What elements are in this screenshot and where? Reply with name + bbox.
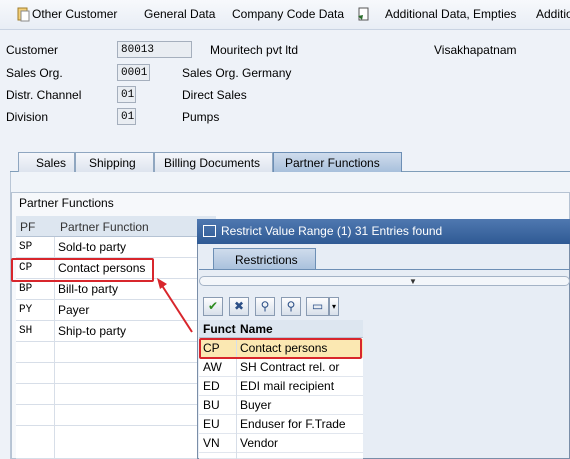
partner-functions-table-header: PF Partner Function [16, 216, 216, 237]
table-row[interactable]: BP Bill-to party [16, 279, 216, 300]
dialog-window-icon [203, 225, 216, 237]
column-header-name[interactable]: Name [240, 322, 273, 336]
funct-code: BU [203, 398, 220, 412]
funct-name: EDI mail recipient [240, 379, 335, 393]
hit-list-row[interactable]: AW SH Contract rel. or [199, 358, 363, 377]
pf-code: PY [19, 304, 33, 316]
tab-billing-documents[interactable]: Billing Documents [154, 152, 273, 172]
dialog-title: Restrict Value Range (1) 31 Entries foun… [221, 224, 443, 238]
column-header-pf[interactable]: PF [20, 220, 35, 234]
pf-code: SH [19, 325, 33, 337]
funct-code: VN [203, 436, 220, 450]
table-row[interactable]: SH Ship-to party [16, 321, 216, 342]
sales-org-text: Sales Org. Germany [182, 66, 292, 80]
funct-name: Enduser for F.Trade [240, 417, 346, 431]
company-code-data-button[interactable]: Company Code Data [232, 7, 344, 21]
cancel-x-icon[interactable]: ✖ [229, 297, 249, 316]
cp-popup-highlight [199, 338, 362, 359]
table-row-empty[interactable] [16, 405, 216, 426]
distr-channel-label: Distr. Channel [6, 88, 82, 102]
restrictions-tab-line [199, 269, 570, 270]
find-next-binoculars-icon[interactable]: ⚲ [281, 297, 301, 316]
pf-code: SP [19, 241, 33, 253]
dialog-title-bar: Restrict Value Range (1) 31 Entries foun… [197, 219, 570, 244]
distr-channel-field[interactable]: 01 [117, 86, 136, 103]
funct-name: Buyer [240, 398, 272, 412]
general-data-button[interactable]: General Data [144, 7, 215, 21]
find-binoculars-icon[interactable]: ⚲ [255, 297, 275, 316]
cp-row-highlight [11, 258, 154, 282]
additional-data-empties-button[interactable]: Additional Data, Empties [385, 7, 516, 21]
partner-function-name: Payer [58, 303, 90, 317]
funct-name: Vendor [240, 436, 279, 450]
pf-code: BP [19, 283, 33, 295]
column-header-partner-function[interactable]: Partner Function [60, 220, 149, 234]
hit-list-row[interactable]: ED EDI mail recipient [199, 377, 363, 396]
partner-function-name: Ship-to party [58, 324, 127, 338]
hit-list-header: Funct Name [199, 320, 363, 338]
funct-code: ED [203, 379, 220, 393]
partner-functions-group-title: Partner Functions [19, 196, 114, 210]
tab-shipping[interactable]: Shipping [75, 152, 154, 172]
hit-list-row-partial[interactable] [199, 453, 363, 459]
sales-org-label: Sales Org. [6, 66, 63, 80]
hit-list-row[interactable]: VN Vendor [199, 434, 363, 453]
division-field[interactable]: 01 [117, 108, 136, 125]
partner-function-name: Bill-to party [58, 282, 119, 296]
tab-restrictions[interactable]: Restrictions [213, 248, 316, 270]
division-label: Division [6, 110, 49, 124]
division-text: Pumps [182, 110, 220, 124]
partner-function-name: Sold-to party [58, 240, 127, 254]
table-row[interactable]: SP Sold-to party [16, 237, 216, 258]
table-row[interactable]: PY Payer [16, 300, 216, 321]
print-icon[interactable]: ▭ [306, 297, 329, 316]
column-header-funct[interactable]: Funct [203, 322, 236, 336]
confirm-checkmark-icon[interactable]: ✔ [203, 297, 223, 316]
other-customer-button[interactable]: Other Customer [32, 7, 117, 21]
tab-partner-functions[interactable]: Partner Functions [273, 152, 402, 172]
print-dropdown-icon[interactable]: ▾ [329, 297, 339, 316]
sales-org-field[interactable]: 0001 [117, 64, 150, 81]
customer-label: Customer [6, 43, 59, 57]
table-row-empty[interactable] [16, 363, 216, 384]
table-row-empty[interactable] [16, 342, 216, 363]
expand-triangle-icon[interactable]: ▼ [409, 277, 417, 286]
additional-data-button-truncated[interactable]: Additio [536, 7, 570, 21]
hit-list-row[interactable]: EU Enduser for F.Trade [199, 415, 363, 434]
other-customer-icon [17, 7, 30, 22]
customer-name: Mouritech pvt ltd [210, 43, 299, 57]
restrictions-expand-bar[interactable] [199, 276, 570, 286]
funct-code: EU [203, 417, 220, 431]
document-icon[interactable] [357, 7, 370, 22]
funct-name: SH Contract rel. or [240, 360, 340, 374]
table-row-empty[interactable] [16, 384, 216, 405]
funct-code: AW [203, 360, 222, 374]
hit-list-row[interactable]: BU Buyer [199, 396, 363, 415]
table-row-empty[interactable] [16, 426, 216, 459]
distr-channel-text: Direct Sales [182, 88, 247, 102]
customer-field[interactable]: 80013 [117, 41, 192, 58]
application-toolbar: Other Customer General Data Company Code… [0, 0, 570, 30]
customer-city: Visakhapatnam [434, 43, 517, 57]
tab-sales[interactable]: Sales [18, 152, 75, 172]
